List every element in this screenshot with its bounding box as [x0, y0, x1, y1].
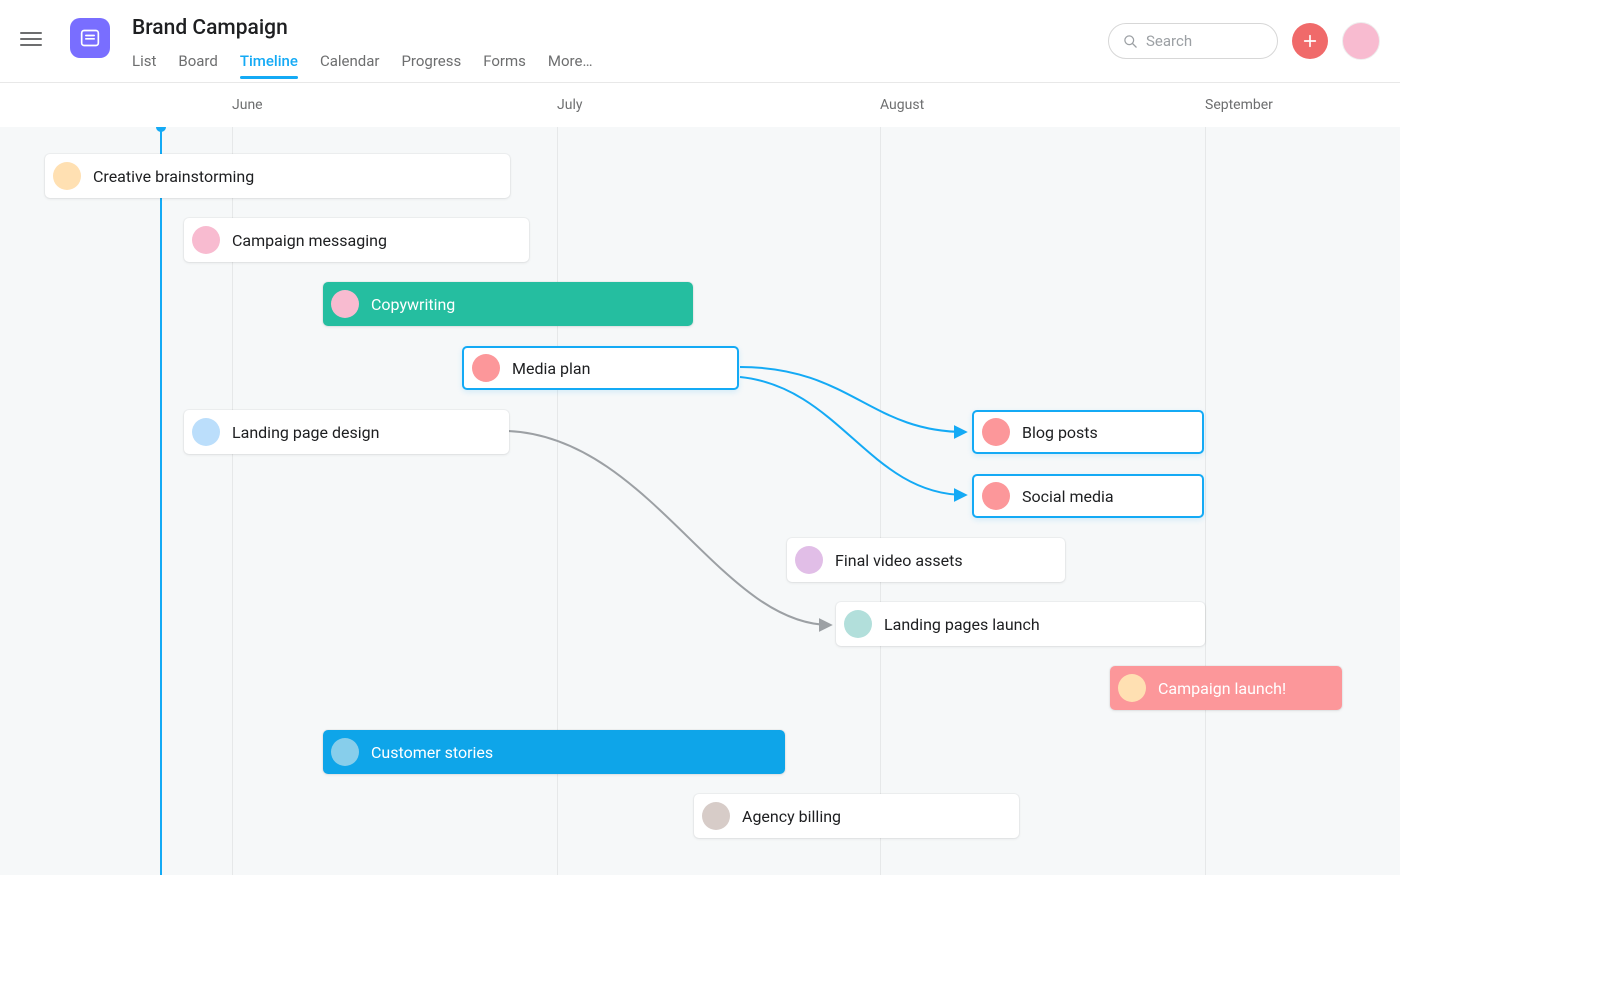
- plus-icon: [1302, 33, 1318, 49]
- assignee-avatar: [982, 482, 1010, 510]
- task-landing-page-design[interactable]: Landing page design: [184, 410, 509, 454]
- task-label: Agency billing: [742, 807, 841, 826]
- task-label: Final video assets: [835, 551, 963, 570]
- assignee-avatar: [844, 610, 872, 638]
- task-label: Landing page design: [232, 423, 379, 442]
- tab-list[interactable]: List: [132, 52, 156, 78]
- task-label: Media plan: [512, 359, 590, 378]
- project-title: Brand Campaign: [132, 16, 593, 40]
- tab-board[interactable]: Board: [178, 52, 217, 78]
- menu-icon[interactable]: [20, 28, 42, 50]
- timeline-board[interactable]: Creative brainstorming Campaign messagin…: [0, 127, 1400, 875]
- task-customer-stories[interactable]: Customer stories: [323, 730, 785, 774]
- task-label: Customer stories: [371, 743, 493, 762]
- task-creative-brainstorming[interactable]: Creative brainstorming: [45, 154, 510, 198]
- tab-forms[interactable]: Forms: [483, 52, 526, 78]
- assignee-avatar: [331, 738, 359, 766]
- task-final-video-assets[interactable]: Final video assets: [787, 538, 1065, 582]
- month-july: July: [557, 97, 582, 113]
- task-label: Blog posts: [1022, 423, 1098, 442]
- month-june: June: [232, 97, 263, 113]
- task-label: Creative brainstorming: [93, 167, 254, 186]
- tab-calendar[interactable]: Calendar: [320, 52, 380, 78]
- month-september: September: [1205, 97, 1273, 113]
- task-label: Campaign launch!: [1158, 679, 1286, 698]
- grid-line: [1205, 127, 1206, 875]
- tab-more[interactable]: More…: [548, 52, 593, 78]
- assignee-avatar: [331, 290, 359, 318]
- task-campaign-launch[interactable]: Campaign launch!: [1110, 666, 1342, 710]
- task-label: Copywriting: [371, 295, 455, 314]
- assignee-avatar: [192, 226, 220, 254]
- today-indicator: [160, 127, 162, 875]
- task-copywriting[interactable]: Copywriting: [323, 282, 693, 326]
- task-landing-pages-launch[interactable]: Landing pages launch: [836, 602, 1205, 646]
- task-label: Campaign messaging: [232, 231, 387, 250]
- task-label: Landing pages launch: [884, 615, 1040, 634]
- search-placeholder: Search: [1146, 32, 1192, 50]
- project-icon[interactable]: [70, 18, 110, 58]
- task-campaign-messaging[interactable]: Campaign messaging: [184, 218, 529, 262]
- search-icon: [1123, 34, 1138, 49]
- task-media-plan[interactable]: Media plan: [462, 346, 739, 390]
- tab-progress[interactable]: Progress: [401, 52, 461, 78]
- assignee-avatar: [795, 546, 823, 574]
- list-icon: [80, 28, 100, 48]
- app-header: Brand Campaign List Board Timeline Calen…: [0, 0, 1400, 83]
- assignee-avatar: [53, 162, 81, 190]
- grid-line: [880, 127, 881, 875]
- assignee-avatar: [702, 802, 730, 830]
- assignee-avatar: [192, 418, 220, 446]
- month-august: August: [880, 97, 924, 113]
- task-blog-posts[interactable]: Blog posts: [972, 410, 1204, 454]
- assignee-avatar: [472, 354, 500, 382]
- current-user-avatar[interactable]: [1342, 22, 1380, 60]
- task-agency-billing[interactable]: Agency billing: [694, 794, 1019, 838]
- task-label: Social media: [1022, 487, 1114, 506]
- timeline-month-row: June July August September: [0, 83, 1400, 128]
- search-input[interactable]: Search: [1108, 23, 1278, 59]
- task-social-media[interactable]: Social media: [972, 474, 1204, 518]
- tab-timeline[interactable]: Timeline: [240, 52, 298, 78]
- view-tabs: List Board Timeline Calendar Progress Fo…: [132, 52, 593, 78]
- assignee-avatar: [1118, 674, 1146, 702]
- assignee-avatar: [982, 418, 1010, 446]
- add-button[interactable]: [1292, 23, 1328, 59]
